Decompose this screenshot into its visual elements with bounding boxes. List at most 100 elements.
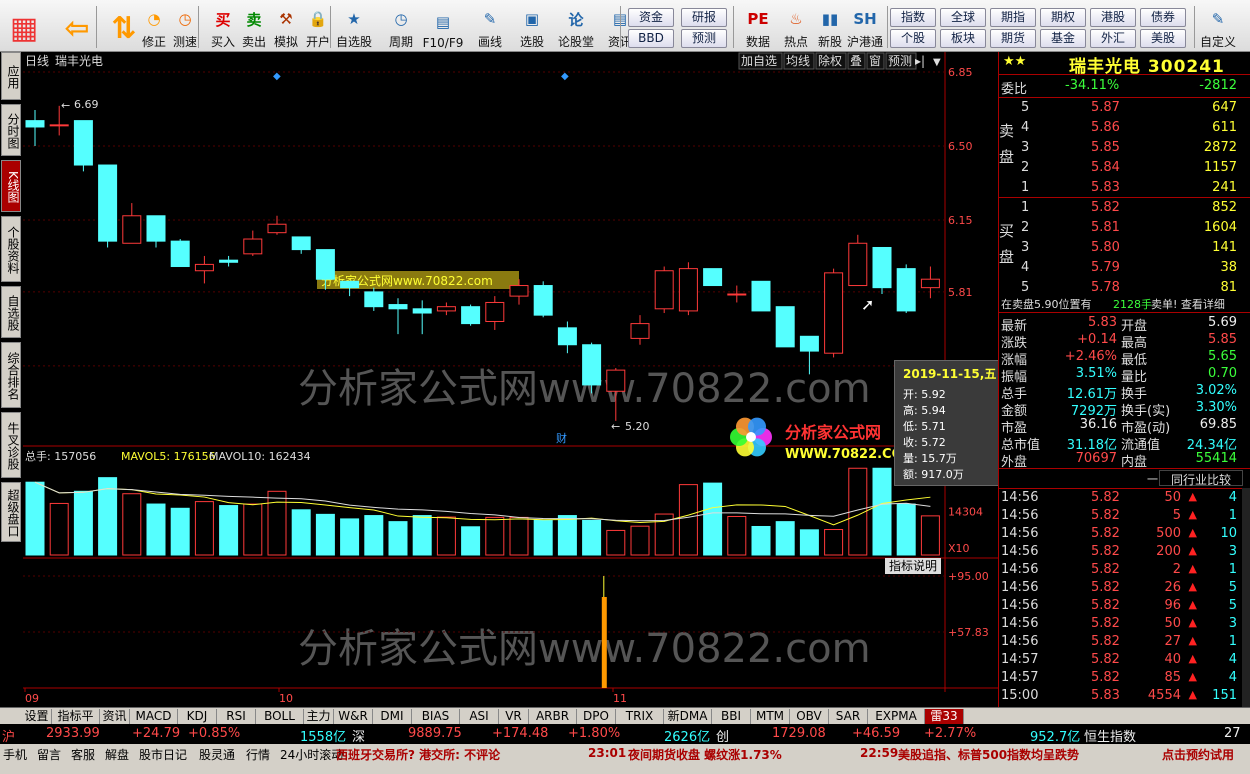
candle[interactable] [267, 223, 287, 234]
quick-button[interactable]: 全球 [940, 8, 986, 27]
volume-bar[interactable] [146, 503, 166, 556]
indicator-tab[interactable]: W&R [334, 709, 373, 724]
candle[interactable] [364, 291, 384, 308]
candle[interactable] [654, 270, 674, 310]
buy-level-row[interactable]: 2 5.81 1604 [999, 219, 1250, 237]
indicator-tab[interactable]: BBI [712, 709, 751, 724]
candle[interactable] [122, 215, 142, 244]
quick-button[interactable]: 期权 [1040, 8, 1086, 27]
volume-bar[interactable] [267, 490, 287, 556]
indicator-tab[interactable]: EXPMA [868, 709, 925, 724]
indicator-tab[interactable]: DMI [373, 709, 412, 724]
indicator-tab[interactable]: VR [499, 709, 529, 724]
candle[interactable] [98, 164, 118, 242]
sidebar-tab[interactable]: K线图 [1, 160, 21, 212]
sell-level-row[interactable]: 4 5.86 611 [999, 119, 1250, 137]
finance-marker[interactable]: 财 [556, 431, 567, 445]
volume-bar[interactable] [485, 516, 505, 556]
volume-bar[interactable] [727, 515, 747, 556]
quick-button[interactable]: 研报 [681, 8, 727, 27]
status-link[interactable]: 手机 [3, 746, 27, 763]
volume-bar[interactable] [678, 484, 698, 556]
sidebar-tab[interactable]: 牛叉诊股 [1, 412, 21, 478]
indicator-tab[interactable]: BOLL [256, 709, 304, 724]
candle[interactable] [775, 306, 795, 348]
indicator-tab[interactable]: 指标平台 [52, 709, 100, 738]
volume-bar[interactable] [824, 529, 844, 556]
candle[interactable] [485, 301, 505, 322]
f10-button[interactable]: ▤ F10/F9 [423, 4, 464, 50]
status-link[interactable]: 行情 [246, 746, 270, 763]
candle[interactable] [194, 263, 214, 272]
hk-connect-button[interactable]: SH 沪港通 [845, 4, 885, 50]
forum-button[interactable]: 论论股堂 [556, 4, 596, 50]
volume-bar[interactable] [533, 519, 553, 556]
candle[interactable] [219, 259, 239, 263]
candle[interactable] [146, 215, 166, 242]
kline-chart-area[interactable]: 日线 瑞丰光电 加自选 均线 除权叠窗预测 ▸| ▼ 6.85 6.50 6.15 5.81 ◆ ◆ 分析… [23, 52, 1007, 707]
quick-button[interactable]: 板块 [940, 29, 986, 48]
trial-link[interactable]: 点击预约试用 [1162, 746, 1234, 763]
quick-button[interactable]: 个股 [890, 29, 936, 48]
status-link[interactable]: 24小时滚动 [280, 746, 343, 763]
status-link[interactable]: 股灵通 [199, 746, 235, 763]
new-stock-button[interactable]: ▮▮ 新股 [810, 4, 850, 50]
event-marker-icon[interactable]: ◆ [561, 71, 569, 82]
quick-button[interactable]: 期货 [990, 29, 1036, 48]
volume-bar[interactable] [340, 518, 360, 556]
customize-button[interactable]: ✎ 自定义 [1198, 4, 1238, 50]
status-link[interactable]: 留言 [37, 746, 61, 763]
sell-level-row[interactable]: 2 5.84 1157 [999, 159, 1250, 177]
candle[interactable] [824, 272, 844, 354]
candle[interactable] [848, 242, 868, 287]
volume-bar[interactable] [606, 529, 626, 556]
quick-button[interactable]: 指数 [890, 8, 936, 27]
kline-chart-svg[interactable]: 日线 瑞丰光电 加自选 均线 除权叠窗预测 ▸| ▼ 6.85 6.50 6.15 5.81 ◆ ◆ 分析… [23, 52, 998, 707]
volume-bar[interactable] [775, 521, 795, 556]
period-button[interactable]: ◷ 周期 [381, 4, 421, 50]
candle[interactable] [799, 335, 819, 352]
volume-bar[interactable] [25, 481, 45, 556]
candle[interactable] [751, 280, 771, 312]
volume-bar[interactable] [170, 507, 190, 556]
candle[interactable] [170, 240, 190, 268]
volume-bar[interactable] [799, 529, 819, 556]
sidebar-tab[interactable]: 综合排名 [1, 342, 21, 408]
volume-bar[interactable] [315, 513, 335, 556]
big-order-notice[interactable]: 在卖盘5.90位置有 2128手 卖单! 查看详细 [999, 295, 1250, 313]
sell-level-row[interactable]: 3 5.85 2872 [999, 139, 1250, 157]
indicator-tab[interactable]: ARBR [529, 709, 577, 724]
candle[interactable] [49, 124, 69, 127]
news-ticker-1[interactable]: 西班牙交易所? 港交所: 不评论 [336, 746, 500, 763]
volume-bar[interactable] [73, 490, 93, 556]
candle[interactable] [533, 285, 553, 316]
indicator-tab[interactable]: TRIX [616, 709, 664, 724]
status-link[interactable]: 解盘 [105, 746, 129, 763]
candle[interactable] [872, 246, 892, 289]
candle[interactable] [582, 344, 602, 386]
volume-bar[interactable] [872, 467, 892, 556]
status-link[interactable]: 股市日记 [139, 746, 187, 763]
volume-bar[interactable] [388, 521, 408, 556]
candle[interactable] [727, 293, 747, 296]
status-link[interactable]: 客服 [71, 746, 95, 763]
candle[interactable] [388, 304, 408, 310]
indicator-tab[interactable]: 资讯 [100, 709, 130, 724]
data-button[interactable]: PE 数据 [738, 4, 778, 50]
candle[interactable] [73, 120, 93, 166]
candle[interactable] [557, 327, 577, 346]
indicator-tab[interactable]: RSI [217, 709, 256, 724]
candle[interactable] [412, 308, 432, 314]
indicator-tab[interactable]: ASI [460, 709, 499, 724]
news-ticker-3[interactable]: 美股追指、标普500指数均呈跌势 [898, 746, 1079, 763]
volume-bar[interactable] [364, 515, 384, 556]
volume-bar[interactable] [194, 501, 214, 556]
indicator-tab[interactable]: OBV [790, 709, 829, 724]
logo-icon[interactable]: ▦ [4, 4, 44, 50]
indicator-tab[interactable]: DPO [577, 709, 616, 724]
candle[interactable] [678, 268, 698, 312]
volume-bar[interactable] [582, 519, 602, 556]
volume-bar[interactable] [630, 525, 650, 556]
news-ticker-2[interactable]: 夜间期货收盘 螺纹涨1.73% [628, 746, 782, 763]
candle[interactable] [436, 306, 456, 312]
